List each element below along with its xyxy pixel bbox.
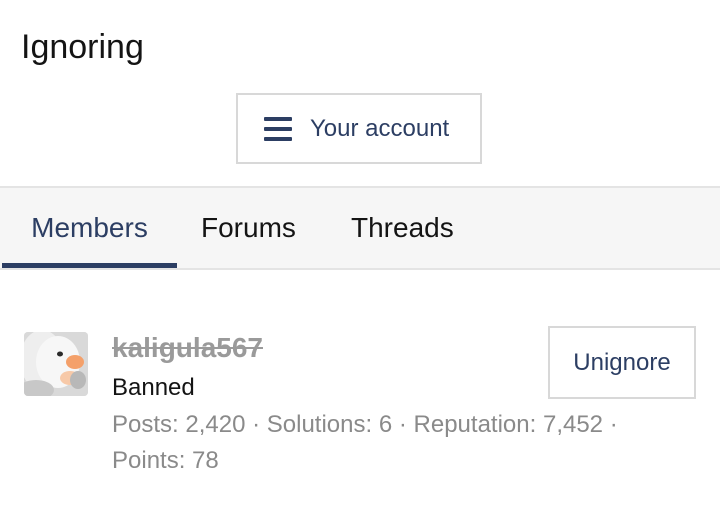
tab-forums[interactable]: Forums (201, 188, 296, 268)
stat-separator: · (245, 411, 267, 438)
tab-members[interactable]: Members (2, 188, 177, 268)
solutions-label: Solutions: (266, 411, 373, 438)
member-user-title: Banned (112, 374, 195, 401)
solutions-value: 6 (378, 411, 393, 438)
avatar-image (24, 332, 88, 396)
points-value: 78 (192, 447, 219, 474)
your-account-label: Your account (310, 114, 450, 142)
ignoring-page: Ignoring Your account Members Forums Thr… (0, 0, 720, 513)
member-username-link[interactable]: kaligula567 (112, 331, 263, 365)
stat-separator: · (603, 411, 618, 438)
avatar[interactable] (24, 332, 88, 396)
member-stats: Posts: 2,420 · Solutions: 6 · Reputation… (112, 407, 672, 479)
reputation-value: 7,452 (542, 411, 604, 438)
page-title: Ignoring (21, 28, 144, 66)
your-account-button[interactable]: Your account (236, 93, 482, 164)
posts-label: Posts: (112, 411, 179, 438)
stat-separator: · (392, 411, 414, 438)
menu-icon (264, 116, 292, 141)
tab-threads[interactable]: Threads (351, 188, 454, 268)
posts-value: 2,420 (185, 411, 246, 438)
ignore-tabs: Members Forums Threads (0, 186, 720, 270)
points-label: Points: (112, 447, 186, 474)
unignore-button[interactable]: Unignore (548, 326, 696, 399)
reputation-label: Reputation: (413, 411, 537, 438)
